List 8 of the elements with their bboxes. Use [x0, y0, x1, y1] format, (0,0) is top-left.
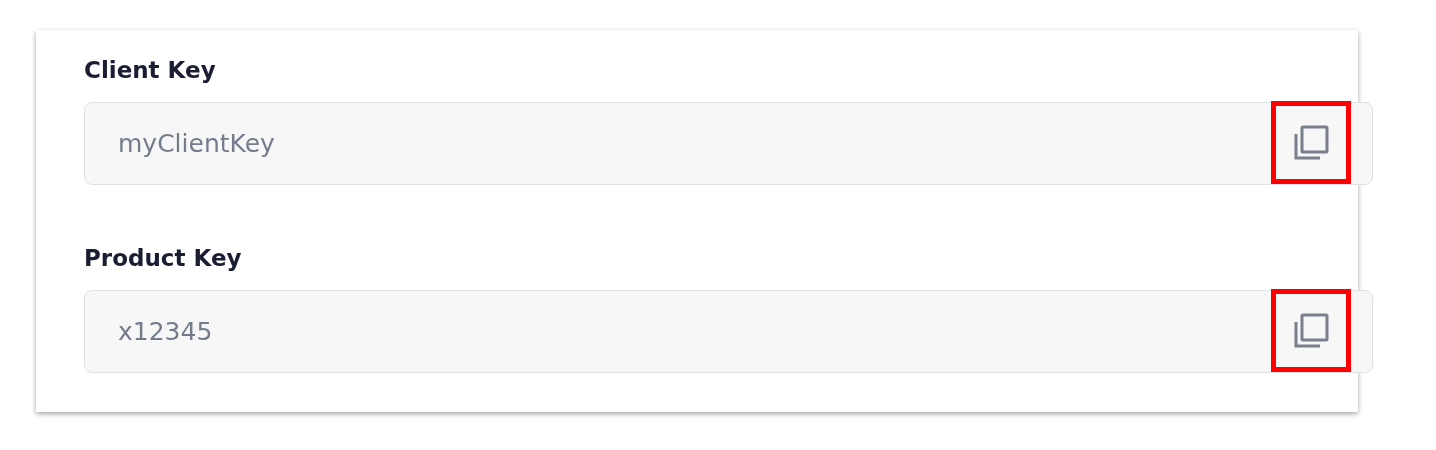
copy-icon: [1293, 312, 1329, 349]
copy-button[interactable]: [1271, 289, 1351, 372]
copy-button[interactable]: [1271, 101, 1351, 184]
field-label: Client Key: [84, 56, 216, 85]
field-label: Product Key: [84, 244, 242, 273]
input-field[interactable]: x12345: [84, 290, 1373, 373]
input-field[interactable]: myClientKey: [84, 102, 1373, 185]
copy-icon: [1293, 124, 1329, 161]
